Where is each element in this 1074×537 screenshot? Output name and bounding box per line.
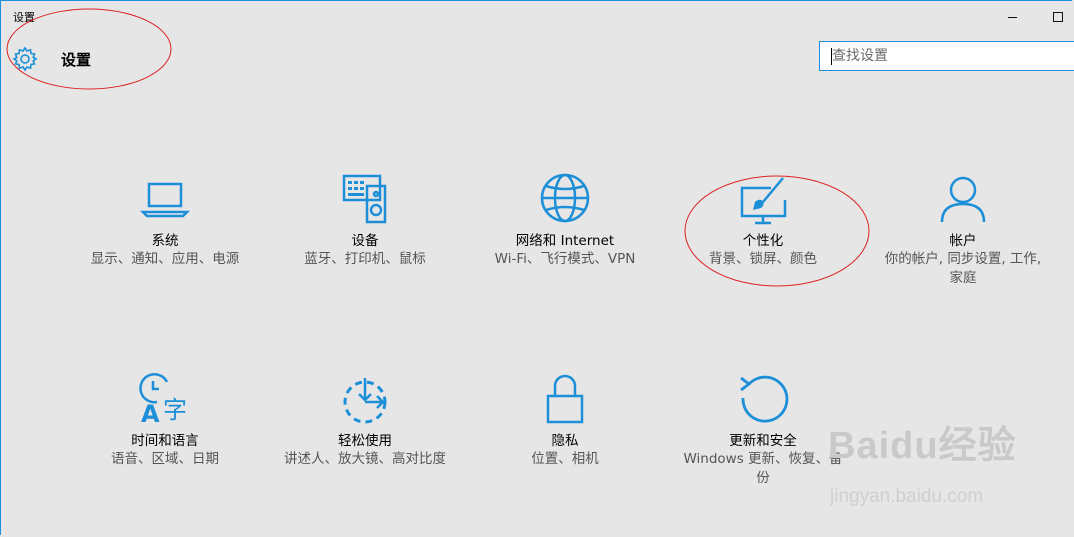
tile-name: 个性化 [742,233,784,249]
tile-name: 更新和安全 [729,433,797,449]
gear-icon [12,46,38,72]
tile-accounts[interactable]: 帐户 你的帐户, 同步设置, 工作, 家庭 [878,172,1048,288]
lock-icon [546,374,584,424]
tile-name: 设备 [351,233,379,249]
tile-privacy[interactable]: 隐私 位置、相机 [480,372,650,469]
tile-update-security[interactable]: 更新和安全 Windows 更新、恢复、备份 [678,372,848,488]
update-icon [740,375,789,423]
laptop-icon [139,182,191,218]
search-input[interactable] [820,42,1074,70]
tile-desc: 蓝牙、打印机、鼠标 [304,251,426,267]
ease-of-access-icon [343,378,387,424]
svg-text:A: A [141,400,160,428]
tile-name: 网络和 Internet [515,233,615,249]
page-title: 设置 [61,51,92,69]
tile-desc: 显示、通知、应用、电源 [90,251,240,267]
tile-desc: 位置、相机 [531,451,599,467]
tile-desc: 背景、锁屏、颜色 [709,251,817,267]
devices-icon [342,174,387,224]
tile-system[interactable]: 系统 显示、通知、应用、电源 [80,172,250,269]
person-icon [940,176,986,223]
tile-name: 隐私 [551,433,579,449]
tile-desc: 语音、区域、日期 [111,451,219,467]
search-box[interactable] [819,41,1074,71]
svg-text:字: 字 [163,396,187,424]
title-bar: 设置 [0,0,1074,34]
tile-time-language[interactable]: A 字 时间和语言 语音、区域、日期 [80,372,250,469]
tile-name: 轻松使用 [338,433,392,449]
minimize-button[interactable] [1000,6,1024,26]
tile-desc: Windows 更新、恢复、备份 [683,451,843,486]
time-language-icon: A 字 [139,372,187,428]
tile-ease-of-access[interactable]: 轻松使用 讲述人、放大镜、高对比度 [280,372,450,469]
tile-desc: Wi-Fi、飞行模式、VPN [494,251,636,267]
tile-desc: 你的帐户, 同步设置, 工作, 家庭 [884,251,1042,286]
tile-name: 帐户 [949,233,977,249]
tile-name: 系统 [151,233,179,249]
tile-name: 时间和语言 [131,433,199,449]
window-title: 设置 [13,11,35,24]
tile-devices[interactable]: 设备 蓝牙、打印机、鼠标 [280,172,450,269]
tile-personalization[interactable]: 个性化 背景、锁屏、颜色 [678,172,848,269]
text-caret [831,48,832,65]
tile-network[interactable]: 网络和 Internet Wi-Fi、飞行模式、VPN [480,172,650,269]
personalization-icon [740,177,787,225]
maximize-button[interactable] [1045,6,1069,26]
globe-icon [540,173,590,223]
tile-desc: 讲述人、放大镜、高对比度 [284,451,446,467]
